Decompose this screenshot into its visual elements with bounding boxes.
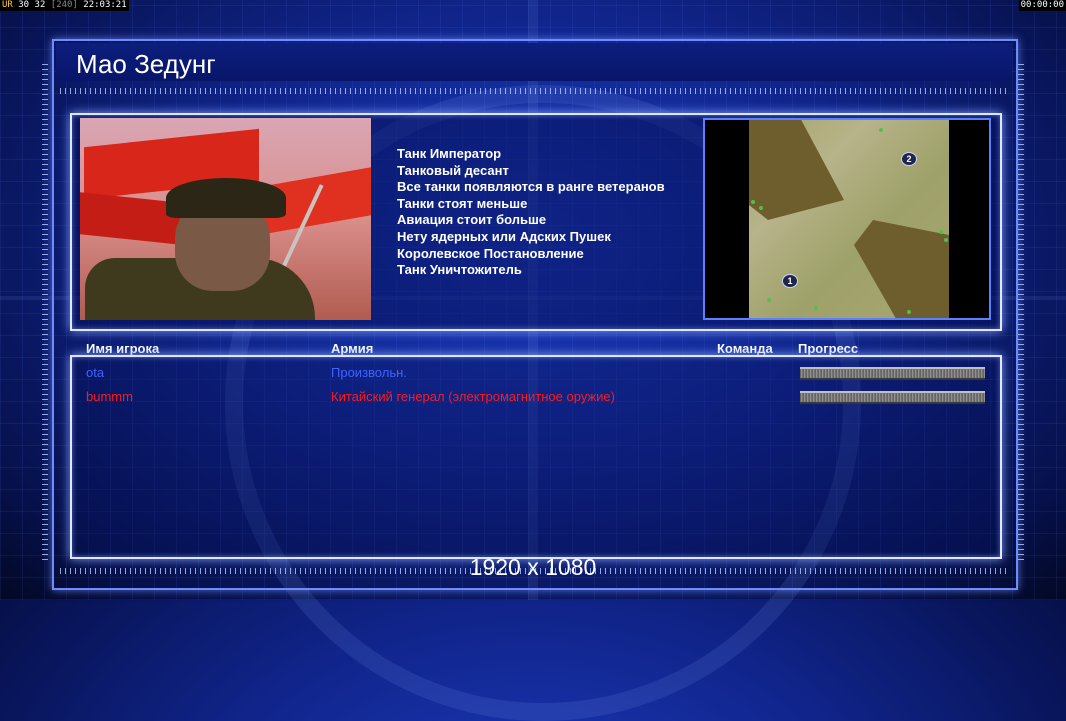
tree-marker: [759, 206, 763, 210]
player-row: ota Произвольн.: [0, 365, 1066, 385]
top-ruler: [60, 88, 1006, 94]
player-row: bummm Китайский генерал (электромагнитно…: [0, 389, 1066, 409]
tree-marker: [814, 306, 818, 310]
trait-item: Нету ядерных или Адских Пушек: [397, 228, 611, 244]
tree-marker: [751, 200, 755, 204]
column-army: Армия: [331, 341, 374, 356]
map-preview: 2 1: [703, 118, 991, 320]
general-portrait: [80, 118, 371, 320]
general-traits-list: Танк Император Танковый десант Все танки…: [397, 146, 665, 279]
tree-marker: [907, 310, 911, 314]
start-position-2: 2: [901, 152, 917, 166]
trait-item: Королевское Постановление: [397, 245, 584, 261]
player-name: ota: [86, 365, 105, 380]
tree-marker: [944, 238, 948, 242]
general-name-title: Мао Зедунг: [76, 49, 216, 79]
right-ruler: [1018, 60, 1024, 560]
loading-progress-bar: [800, 367, 985, 380]
start-position-1: 1: [782, 274, 798, 288]
minimap-terrain: 2 1: [749, 120, 949, 318]
trait-item: Танки стоят меньше: [397, 195, 528, 211]
player-army: Китайский генерал (электромагнитное оруж…: [331, 389, 615, 404]
general-figure-cap: [166, 178, 286, 218]
trait-item: Танк Император: [397, 146, 502, 161]
trait-item: Танковый десант: [397, 162, 509, 178]
trait-item: Авиация стоит больше: [397, 212, 547, 228]
player-name: bummm: [86, 389, 133, 404]
column-team: Команда: [717, 341, 773, 356]
terrain-cliff: [854, 220, 949, 318]
trait-item: Танк Уничтожитель: [397, 262, 522, 278]
trait-item: Все танки появляются в ранге ветеранов: [397, 179, 665, 195]
fps-overlay: UR 30 32 [240] 22:03:21: [0, 0, 129, 11]
players-panel: [70, 355, 1002, 559]
tree-marker: [939, 230, 943, 234]
left-ruler: [42, 60, 48, 560]
loading-progress-bar: [800, 391, 985, 404]
game-clock: 00:00:00: [1018, 0, 1066, 11]
terrain-cliff: [749, 120, 844, 220]
column-progress: Прогресс: [798, 341, 859, 356]
tree-marker: [879, 128, 883, 132]
column-player-name: Имя игрока: [86, 341, 160, 356]
resolution-label: 1920 x 1080: [469, 554, 597, 580]
player-army: Произвольн.: [331, 365, 407, 380]
tree-marker: [767, 298, 771, 302]
